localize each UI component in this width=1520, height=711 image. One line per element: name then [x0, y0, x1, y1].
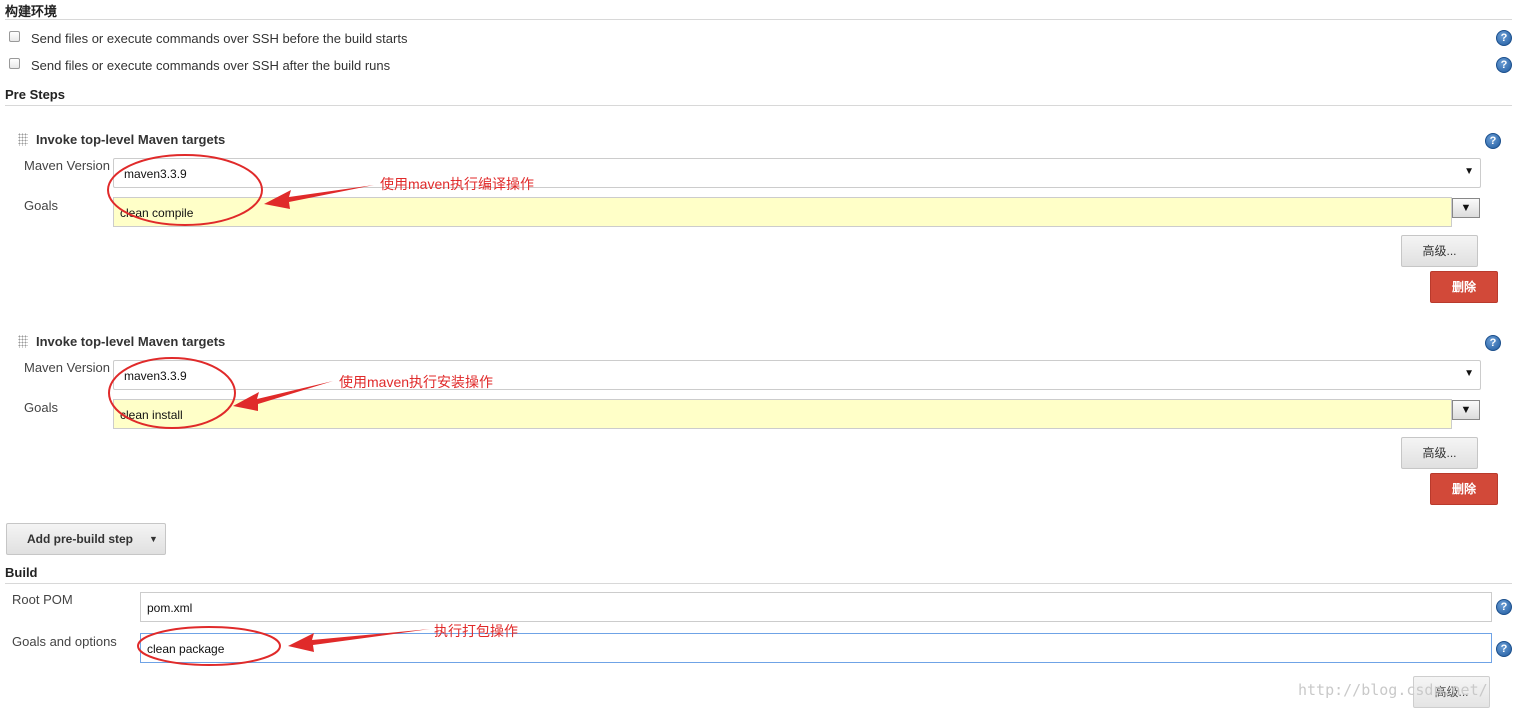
add-pre-build-step-button[interactable]: Add pre-build step ▼ — [6, 523, 166, 555]
help-icon[interactable]: ? — [1496, 57, 1512, 73]
ssh-before-build-label: Send files or execute commands over SSH … — [31, 31, 408, 46]
help-icon[interactable]: ? — [1496, 30, 1512, 46]
caret-down-icon: ▼ — [1460, 202, 1472, 214]
annotation-compile: 使用maven执行编译操作 — [380, 176, 535, 192]
goals-expand-button[interactable]: ▼ — [1452, 198, 1480, 218]
delete-button[interactable]: 删除 — [1430, 473, 1498, 505]
annotation-package: 执行打包操作 — [434, 623, 518, 639]
drag-handle-icon[interactable] — [18, 133, 28, 146]
caret-down-icon: ▼ — [149, 534, 158, 544]
maven-version-select[interactable]: maven3.3.9 ▼ — [113, 360, 1481, 390]
drag-handle-icon[interactable] — [18, 335, 28, 348]
divider — [5, 583, 1512, 584]
add-pre-build-step-label: Add pre-build step — [27, 532, 133, 546]
delete-button[interactable]: 删除 — [1430, 271, 1498, 303]
goals-value: clean install — [120, 408, 183, 422]
advanced-button[interactable]: 高级... — [1401, 235, 1478, 267]
help-icon[interactable]: ? — [1485, 335, 1501, 351]
root-pom-input[interactable]: pom.xml — [140, 592, 1492, 622]
goals-options-input[interactable]: clean package — [140, 633, 1492, 663]
goals-options-label: Goals and options — [12, 634, 117, 649]
build-env-title: 构建环境 — [5, 4, 58, 19]
goals-options-value: clean package — [147, 642, 225, 656]
maven-version-value: maven3.3.9 — [124, 167, 187, 181]
goals-label: Goals — [24, 198, 58, 213]
root-pom-label: Root POM — [12, 592, 73, 607]
maven-version-value: maven3.3.9 — [124, 369, 187, 383]
divider — [5, 19, 1512, 20]
caret-down-icon: ▼ — [1464, 166, 1474, 177]
advanced-button[interactable]: 高级... — [1401, 437, 1478, 469]
goals-input[interactable]: clean compile — [113, 197, 1452, 227]
help-icon[interactable]: ? — [1496, 641, 1512, 657]
goals-value: clean compile — [120, 206, 194, 220]
build-title: Build — [5, 565, 38, 580]
annotation-install: 使用maven执行安装操作 — [339, 374, 494, 390]
goals-expand-button[interactable]: ▼ — [1452, 400, 1480, 420]
step-title: Invoke top-level Maven targets — [36, 334, 226, 349]
maven-version-label: Maven Version — [24, 360, 110, 375]
root-pom-value: pom.xml — [147, 601, 193, 615]
step-title: Invoke top-level Maven targets — [36, 132, 226, 147]
goals-label: Goals — [24, 400, 58, 415]
ssh-after-build-checkbox[interactable] — [9, 58, 20, 69]
maven-version-select[interactable]: maven3.3.9 ▼ — [113, 158, 1481, 188]
ssh-before-build-checkbox[interactable] — [9, 31, 20, 42]
ssh-after-build-label: Send files or execute commands over SSH … — [31, 58, 391, 73]
pre-steps-title: Pre Steps — [5, 87, 65, 102]
help-icon[interactable]: ? — [1496, 599, 1512, 615]
watermark-text: http://blog.csdn.net/ — [1298, 681, 1488, 699]
divider — [5, 105, 1512, 106]
help-icon[interactable]: ? — [1485, 133, 1501, 149]
caret-down-icon: ▼ — [1460, 404, 1472, 416]
maven-version-label: Maven Version — [24, 158, 110, 173]
goals-input[interactable]: clean install — [113, 399, 1452, 429]
caret-down-icon: ▼ — [1464, 368, 1474, 379]
